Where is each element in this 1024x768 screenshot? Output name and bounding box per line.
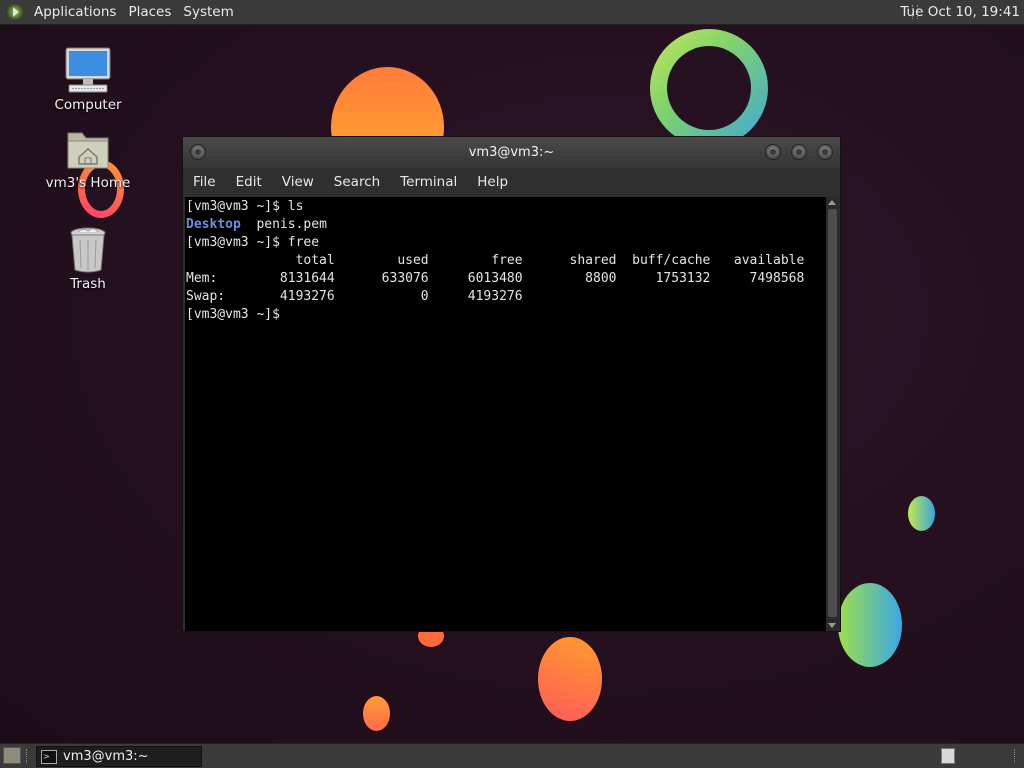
terminal-line: Swap: 4193276 0 4193276	[186, 289, 523, 304]
terminal-line: total used free shared buff/cache availa…	[186, 253, 805, 268]
bottom-panel: vm3@vm3:~	[0, 743, 1024, 768]
menu-search[interactable]: Search	[324, 168, 390, 196]
menu-view[interactable]: View	[272, 168, 324, 196]
top-panel: Applications Places System Tue Oct 10, 1…	[0, 0, 1024, 25]
menu-terminal[interactable]: Terminal	[390, 168, 467, 196]
panel-separator	[26, 749, 30, 763]
terminal-prompt: [vm3@vm3 ~]$	[186, 307, 288, 322]
file-entry: penis.pem	[240, 217, 327, 232]
wallpaper-shape	[538, 637, 602, 721]
window-menu-button[interactable]	[190, 144, 206, 160]
desktop-icon-computer[interactable]: Computer	[38, 45, 138, 113]
desktop-icon-trash[interactable]: Trash	[38, 226, 138, 292]
wallpaper-shape	[363, 696, 390, 731]
menu-help[interactable]: Help	[467, 168, 518, 196]
clock[interactable]: Tue Oct 10, 19:41	[900, 0, 1020, 24]
close-button[interactable]	[817, 144, 833, 160]
desktop-icon-label: Computer	[54, 97, 122, 113]
scroll-down-icon[interactable]	[828, 623, 836, 628]
menu-applications[interactable]: Applications	[30, 0, 124, 24]
terminal-scrollbar[interactable]	[826, 197, 839, 631]
menu-edit[interactable]: Edit	[226, 168, 272, 196]
terminal-window[interactable]: vm3@vm3:~ File Edit View Search Terminal…	[182, 136, 841, 632]
terminal-menubar: File Edit View Search Terminal Help	[183, 168, 840, 196]
menu-places[interactable]: Places	[124, 0, 179, 24]
desktop-icon-home[interactable]: vm3's Home	[38, 127, 138, 191]
directory-entry: Desktop	[186, 217, 241, 232]
show-desktop-icon[interactable]	[3, 747, 21, 764]
terminal-icon	[41, 747, 57, 766]
menu-file[interactable]: File	[183, 168, 226, 196]
window-titlebar[interactable]: vm3@vm3:~	[183, 137, 840, 168]
desktop-icon-label: Trash	[70, 276, 106, 292]
desktop-icon-label: vm3's Home	[45, 175, 131, 191]
terminal-output[interactable]: [vm3@vm3 ~]$ ls Desktop penis.pem [vm3@vm3…	[185, 197, 826, 631]
terminal-line: [vm3@vm3 ~]$ free	[186, 235, 320, 250]
wallpaper-shape	[908, 496, 935, 531]
maximize-button[interactable]	[791, 144, 807, 160]
terminal-line: Mem: 8131644 633076 6013480 8800 1753132…	[186, 271, 805, 286]
taskbar-item-label: vm3@vm3:~	[63, 749, 149, 764]
terminal-line: [vm3@vm3 ~]$ ls	[186, 199, 304, 214]
workspace-switcher[interactable]	[941, 748, 955, 764]
menu-system[interactable]: System	[179, 0, 241, 24]
minimize-button[interactable]	[765, 144, 781, 160]
terminal-line: Desktop penis.pem	[186, 216, 826, 234]
taskbar-item-terminal[interactable]: vm3@vm3:~	[36, 746, 202, 767]
panel-separator	[1014, 749, 1018, 763]
computer-icon	[65, 47, 111, 93]
scroll-up-icon[interactable]	[828, 200, 836, 205]
trash-icon	[70, 227, 106, 273]
wallpaper-ring	[650, 29, 768, 147]
mate-logo-icon[interactable]	[6, 3, 24, 21]
home-folder-icon	[67, 132, 109, 169]
window-title: vm3@vm3:~	[468, 145, 555, 160]
scrollbar-thumb[interactable]	[828, 209, 837, 617]
wallpaper-shape	[838, 583, 902, 667]
